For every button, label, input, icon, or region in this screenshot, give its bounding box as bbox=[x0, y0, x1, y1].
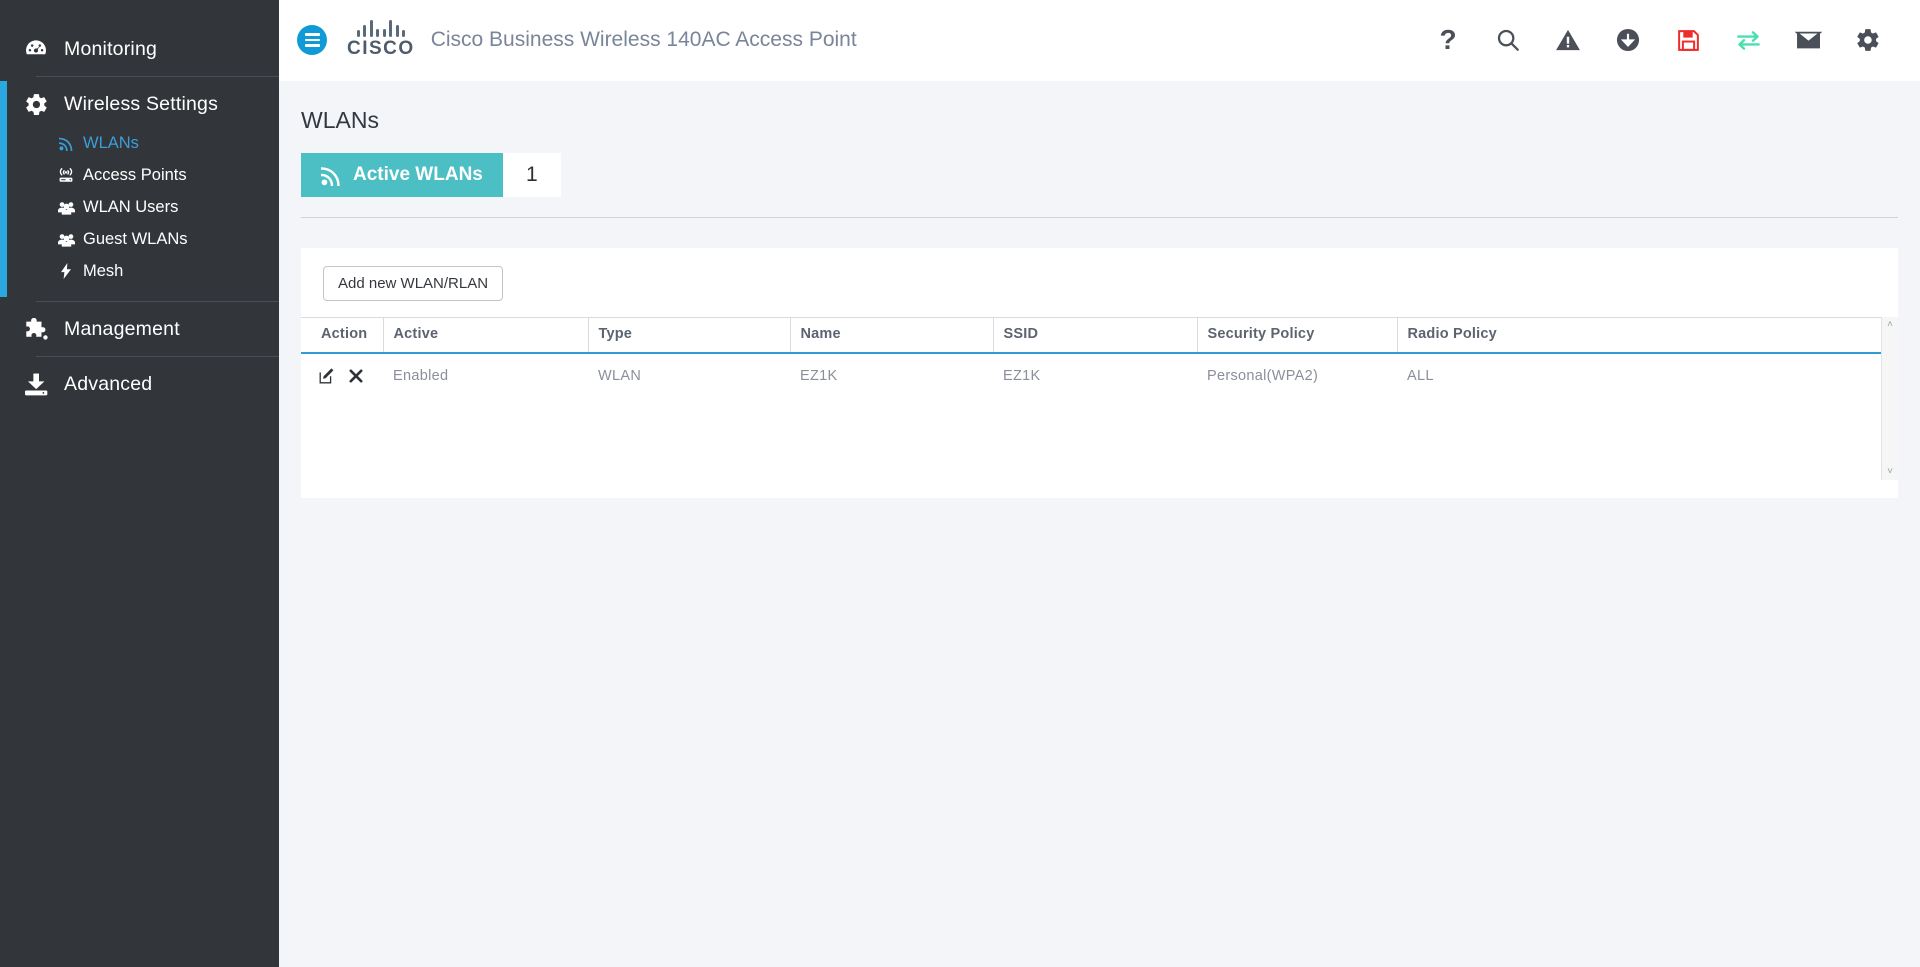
sidebar-item-label: WLAN Users bbox=[83, 197, 179, 216]
sidebar-item-label: Access Points bbox=[83, 165, 187, 184]
sidebar-item-label: Mesh bbox=[83, 261, 124, 280]
cell-type: WLAN bbox=[598, 368, 642, 384]
panel-toolbar: Add new WLAN/RLAN bbox=[301, 248, 1898, 317]
sidebar-item-advanced[interactable]: Advanced bbox=[0, 361, 279, 407]
sidebar-item-wlans[interactable]: WLANs bbox=[0, 127, 279, 159]
wlan-table-head: Action Active Type Name SSID Security Po… bbox=[301, 317, 1898, 353]
mail-icon[interactable] bbox=[1778, 18, 1838, 62]
sidebar-sublist-wireless-settings: WLANs Access Points WLAN Users Guest WLA… bbox=[0, 127, 279, 297]
cisco-wordmark: CISCO bbox=[347, 38, 415, 59]
header-icon-bar: ? bbox=[1418, 18, 1898, 62]
sidebar: Monitoring Wireless Settings WLANs Acces… bbox=[0, 0, 279, 967]
sidebar-divider bbox=[36, 76, 279, 77]
scroll-down-arrow-icon[interactable]: ˅ bbox=[1887, 467, 1893, 477]
puzzle-piece-icon bbox=[16, 317, 56, 341]
active-wlans-summary: Active WLANs 1 bbox=[301, 153, 1898, 197]
content-area: WLANs Active WLANs 1 Add new WLAN/RLAN A… bbox=[279, 81, 1920, 498]
dashboard-gauge-icon bbox=[16, 36, 56, 62]
cisco-logo: CISCO bbox=[347, 20, 415, 60]
column-header-active[interactable]: Active bbox=[382, 317, 588, 353]
cell-name: EZ1K bbox=[800, 368, 838, 384]
row-action-group bbox=[319, 368, 383, 384]
sidebar-item-access-points[interactable]: Access Points bbox=[0, 159, 279, 191]
active-wlans-count: 1 bbox=[502, 153, 561, 197]
wlan-table-wrapper: Action Active Type Name SSID Security Po… bbox=[301, 317, 1898, 480]
sidebar-item-label: Advanced bbox=[64, 372, 153, 395]
sidebar-group-advanced: Advanced bbox=[0, 361, 279, 407]
hamburger-icon[interactable] bbox=[297, 25, 327, 55]
cell-radio-policy: ALL bbox=[1407, 368, 1434, 384]
access-point-icon bbox=[54, 167, 78, 183]
sidebar-divider bbox=[36, 301, 279, 302]
scroll-up-arrow-icon[interactable]: ˄ bbox=[1887, 320, 1893, 330]
transfer-icon[interactable] bbox=[1718, 18, 1778, 62]
column-header-type[interactable]: Type bbox=[587, 317, 790, 353]
sidebar-item-management[interactable]: Management bbox=[0, 306, 279, 352]
sidebar-item-label: Guest WLANs bbox=[83, 229, 188, 248]
help-icon[interactable]: ? bbox=[1418, 18, 1478, 62]
top-header: CISCO Cisco Business Wireless 140AC Acce… bbox=[279, 0, 1920, 81]
sidebar-item-mesh[interactable]: Mesh bbox=[0, 255, 279, 287]
bolt-icon bbox=[54, 263, 78, 279]
table-vertical-scrollbar[interactable]: ˄ ˅ bbox=[1881, 317, 1898, 480]
wifi-signal-icon bbox=[321, 165, 342, 186]
users-icon bbox=[54, 232, 78, 247]
section-divider bbox=[301, 217, 1898, 218]
download-tray-icon bbox=[16, 373, 56, 396]
sidebar-item-monitoring[interactable]: Monitoring bbox=[0, 26, 279, 72]
active-wlans-label: Active WLANs bbox=[353, 164, 483, 185]
sidebar-item-label: WLANs bbox=[83, 133, 139, 152]
sidebar-item-label: Wireless Settings bbox=[64, 92, 219, 115]
sidebar-item-label: Management bbox=[64, 317, 180, 340]
cell-active: Enabled bbox=[393, 368, 449, 384]
column-header-ssid[interactable]: SSID bbox=[992, 317, 1197, 353]
cell-security-policy: Personal(WPA2) bbox=[1207, 368, 1319, 384]
wlan-table-header-row: Action Active Type Name SSID Security Po… bbox=[301, 317, 1898, 353]
column-header-security-policy[interactable]: Security Policy bbox=[1196, 317, 1397, 353]
sidebar-item-guest-wlans[interactable]: Guest WLANs bbox=[0, 223, 279, 255]
add-wlan-button[interactable]: Add new WLAN/RLAN bbox=[323, 266, 504, 301]
main-area: CISCO Cisco Business Wireless 140AC Acce… bbox=[279, 0, 1920, 967]
download-icon[interactable] bbox=[1598, 18, 1658, 62]
wlan-table-body: Enabled WLAN EZ1K EZ1K Personal(WPA2) AL… bbox=[301, 353, 1898, 394]
users-icon bbox=[54, 200, 78, 215]
sidebar-item-wlan-users[interactable]: WLAN Users bbox=[0, 191, 279, 223]
cell-ssid: EZ1K bbox=[1003, 368, 1041, 384]
sidebar-item-label: Monitoring bbox=[64, 37, 158, 60]
active-wlans-badge[interactable]: Active WLANs bbox=[301, 153, 503, 197]
save-icon[interactable] bbox=[1658, 18, 1718, 62]
wifi-signal-icon bbox=[54, 136, 78, 151]
settings-icon[interactable] bbox=[1838, 18, 1898, 62]
alert-icon[interactable] bbox=[1538, 18, 1598, 62]
edit-icon[interactable] bbox=[319, 368, 335, 384]
search-icon[interactable] bbox=[1478, 18, 1538, 62]
wlan-table: Action Active Type Name SSID Security Po… bbox=[301, 317, 1898, 394]
delete-icon[interactable] bbox=[349, 369, 363, 383]
app-title: Cisco Business Wireless 140AC Access Poi… bbox=[430, 28, 857, 51]
table-row: Enabled WLAN EZ1K EZ1K Personal(WPA2) AL… bbox=[301, 353, 1898, 394]
sidebar-divider bbox=[36, 356, 279, 357]
app-root: Monitoring Wireless Settings WLANs Acces… bbox=[0, 0, 1920, 967]
sidebar-group-management: Management bbox=[0, 306, 279, 352]
wlan-panel: Add new WLAN/RLAN Action Active Type Nam… bbox=[301, 248, 1898, 498]
column-header-name[interactable]: Name bbox=[789, 317, 993, 353]
cisco-logo-bars bbox=[356, 20, 406, 37]
sidebar-item-wireless-settings[interactable]: Wireless Settings bbox=[0, 81, 279, 127]
column-header-radio-policy[interactable]: Radio Policy bbox=[1396, 317, 1898, 353]
sidebar-group-monitoring: Monitoring bbox=[0, 26, 279, 72]
gear-icon bbox=[16, 92, 56, 117]
sidebar-group-wireless-settings: Wireless Settings WLANs Access Points WL… bbox=[0, 81, 279, 297]
column-header-action[interactable]: Action bbox=[301, 317, 383, 353]
cell-action bbox=[301, 353, 383, 394]
page-title: WLANs bbox=[301, 107, 379, 133]
